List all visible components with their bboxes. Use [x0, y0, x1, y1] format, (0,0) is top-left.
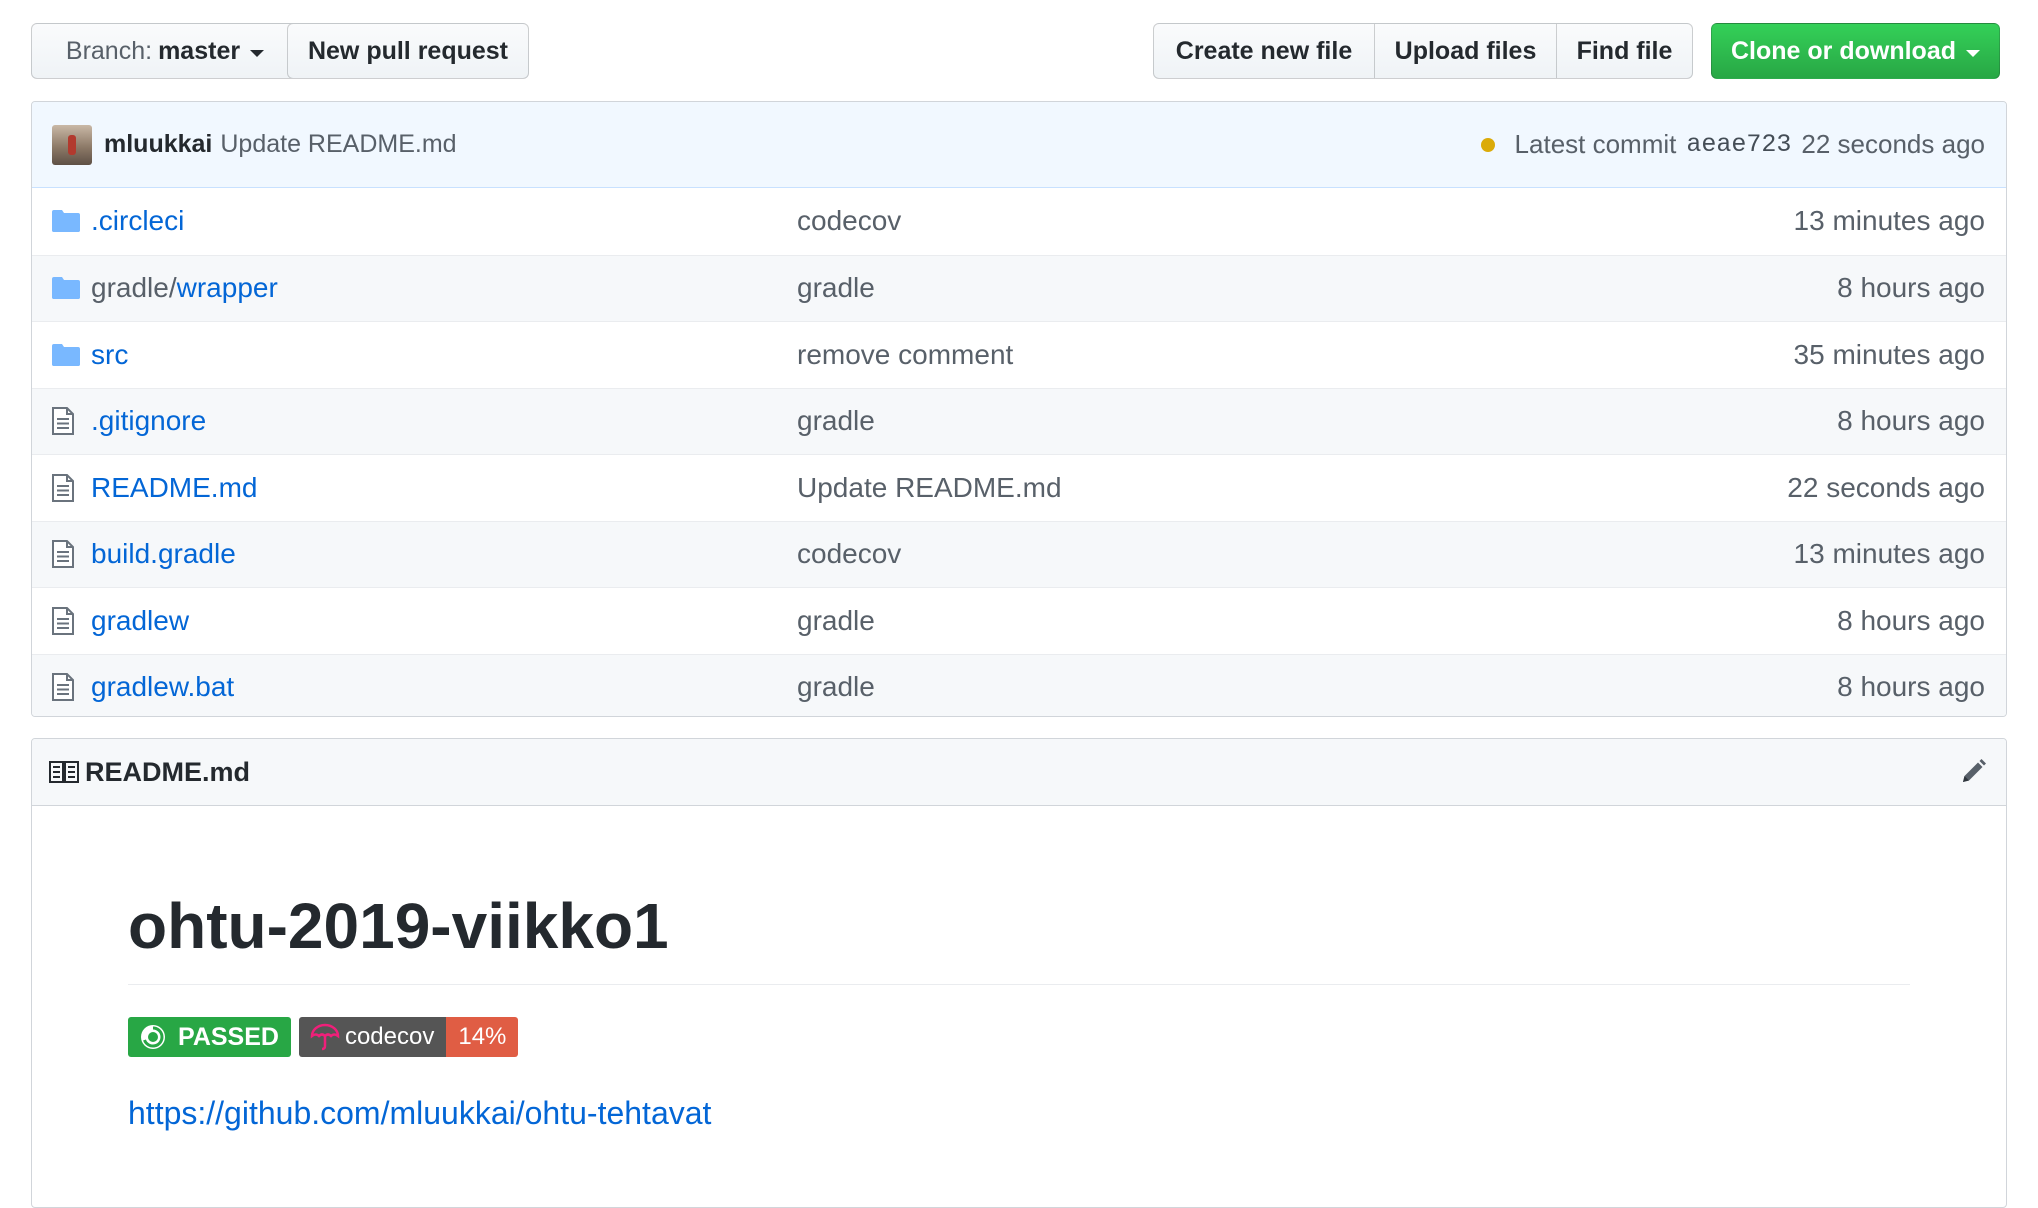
- file-commit-message-link[interactable]: gradle: [797, 671, 1837, 703]
- file-commit-message-link[interactable]: codecov: [797, 538, 1794, 570]
- file-age: 13 minutes ago: [1793, 205, 1985, 237]
- codecov-badge-label-part: codecov: [298, 1017, 447, 1057]
- file-commit-message-link[interactable]: remove comment: [797, 339, 1794, 371]
- upload-files-label: Upload files: [1394, 36, 1537, 65]
- find-file-label: Find file: [1576, 36, 1673, 65]
- file-name-part: wrapper: [176, 272, 278, 304]
- file-rows: .circleci codecov 13 minutes ago gradle/wra…: [32, 188, 2006, 716]
- readme-file-name: README.md: [85, 756, 251, 787]
- file-name-link[interactable]: gradlew: [91, 605, 797, 637]
- file-age: 8 hours ago: [1837, 405, 1985, 437]
- file-name-part: gradlew: [91, 604, 190, 636]
- umbrella-icon: [310, 1023, 340, 1051]
- codecov-badge-value-part: 14%: [446, 1017, 519, 1057]
- book-icon: [49, 761, 79, 783]
- find-file-button[interactable]: Find file: [1556, 23, 1693, 79]
- new-pull-request-button[interactable]: New pull request: [287, 23, 529, 79]
- badges: PASSED codecov 14%: [128, 1017, 1910, 1057]
- file-icon: [52, 473, 82, 503]
- file-commit-message-link[interactable]: codecov: [797, 205, 1794, 237]
- upload-files-button[interactable]: Upload files: [1374, 23, 1557, 79]
- circleci-passed-badge[interactable]: PASSED: [128, 1017, 291, 1057]
- file-icon: [52, 539, 82, 569]
- badge-passed-label: PASSED: [178, 1022, 279, 1051]
- codecov-badge[interactable]: codecov 14%: [298, 1017, 519, 1057]
- file-icon: [52, 672, 82, 702]
- file-name-part: .gitignore: [91, 405, 207, 437]
- file-name-link[interactable]: .gitignore: [91, 405, 797, 437]
- file-icon: [52, 606, 82, 636]
- file-age: 35 minutes ago: [1793, 338, 1985, 370]
- file-name-link[interactable]: .circleci: [91, 205, 797, 237]
- file-age: 8 hours ago: [1837, 604, 1985, 636]
- chevron-down-icon: [250, 49, 265, 57]
- folder-icon: [52, 340, 82, 370]
- create-new-file-label: Create new file: [1175, 36, 1353, 65]
- repository-link[interactable]: https://github.com/mluukkai/ohtu-tehtava…: [128, 1095, 1910, 1132]
- branch-select-button[interactable]: Branch: master: [31, 23, 299, 79]
- clone-or-download-button[interactable]: Clone or download: [1711, 23, 2000, 79]
- branch-prefix: Branch:: [65, 36, 153, 65]
- readme-header: README.md: [32, 739, 2006, 806]
- file-dir-part: gradle/: [91, 272, 177, 304]
- check-circle-icon: [141, 1025, 165, 1049]
- file-row: build.gradle codecov 13 minutes ago: [32, 520, 2006, 587]
- file-commit-message-link[interactable]: Update README.md: [797, 472, 1787, 504]
- file-row: README.md Update README.md 22 seconds ago: [32, 454, 2006, 521]
- file-name-link[interactable]: build.gradle: [91, 538, 797, 570]
- file-list: mluukkai Update README.md Latest commit …: [31, 101, 2007, 717]
- commit-time: 22 seconds ago: [1801, 129, 1985, 159]
- avatar[interactable]: [52, 124, 92, 165]
- file-row: gradlew.bat gradle 8 hours ago: [32, 653, 2006, 716]
- file-commit-message-link[interactable]: gradle: [797, 605, 1837, 637]
- file-name-link[interactable]: README.md: [91, 472, 797, 504]
- commit-message-link[interactable]: Update README.md: [220, 130, 456, 159]
- new-pull-request-label: New pull request: [307, 36, 509, 65]
- folder-icon: [52, 273, 82, 303]
- file-row: src remove comment 35 minutes ago: [32, 321, 2006, 388]
- status-pending-icon[interactable]: [1480, 137, 1495, 152]
- file-age: 13 minutes ago: [1793, 538, 1985, 570]
- file-name-part: README.md: [91, 471, 258, 503]
- file-commit-message-link[interactable]: gradle: [797, 405, 1837, 437]
- file-icon: [52, 406, 82, 436]
- file-age: 22 seconds ago: [1787, 471, 1985, 503]
- chevron-down-icon: [1966, 49, 1980, 57]
- file-age: 8 hours ago: [1837, 671, 1985, 703]
- latest-commit-label: Latest commit: [1514, 129, 1677, 159]
- badge-codecov-label: codecov: [344, 1023, 435, 1050]
- file-name-part: build.gradle: [91, 538, 236, 570]
- commit-author-link[interactable]: mluukkai: [104, 130, 212, 159]
- file-row: .circleci codecov 13 minutes ago: [32, 188, 2006, 255]
- readme-heading: ohtu-2019-viikko1: [128, 806, 1910, 985]
- file-age: 8 hours ago: [1837, 272, 1985, 304]
- clone-or-download-label: Clone or download: [1731, 36, 1956, 65]
- file-row: .gitignore gradle 8 hours ago: [32, 387, 2006, 454]
- commit-sha-link[interactable]: aeae723: [1686, 130, 1791, 159]
- file-row: gradlew gradle 8 hours ago: [32, 587, 2006, 654]
- pencil-icon[interactable]: [1956, 755, 1990, 789]
- file-commit-message-link[interactable]: gradle: [797, 272, 1837, 304]
- file-navigation-toolbar: Branch: master New pull request Create n…: [31, 23, 2007, 81]
- commit-meta: Latest commit aeae723 22 seconds ago: [1480, 129, 1985, 160]
- create-new-file-button[interactable]: Create new file: [1153, 23, 1375, 79]
- badge-codecov-value: 14%: [458, 1023, 507, 1050]
- folder-icon: [52, 206, 82, 236]
- readme-panel: README.md ohtu-2019-viikko1 PASSED codec…: [31, 738, 2007, 1208]
- file-name-link[interactable]: gradlew.bat: [91, 671, 797, 703]
- file-name-link[interactable]: src: [91, 339, 797, 371]
- latest-commit-bar: mluukkai Update README.md Latest commit …: [32, 102, 2006, 188]
- file-name-part: .circleci: [91, 205, 185, 237]
- file-name-part: gradlew.bat: [91, 671, 235, 703]
- file-name-part: src: [91, 338, 129, 370]
- readme-content: ohtu-2019-viikko1 PASSED codecov 14% htt…: [32, 806, 2006, 1132]
- file-row: gradle/wrapper gradle 8 hours ago: [32, 254, 2006, 321]
- file-name-link[interactable]: gradle/wrapper: [91, 272, 797, 304]
- branch-name: master: [158, 36, 241, 65]
